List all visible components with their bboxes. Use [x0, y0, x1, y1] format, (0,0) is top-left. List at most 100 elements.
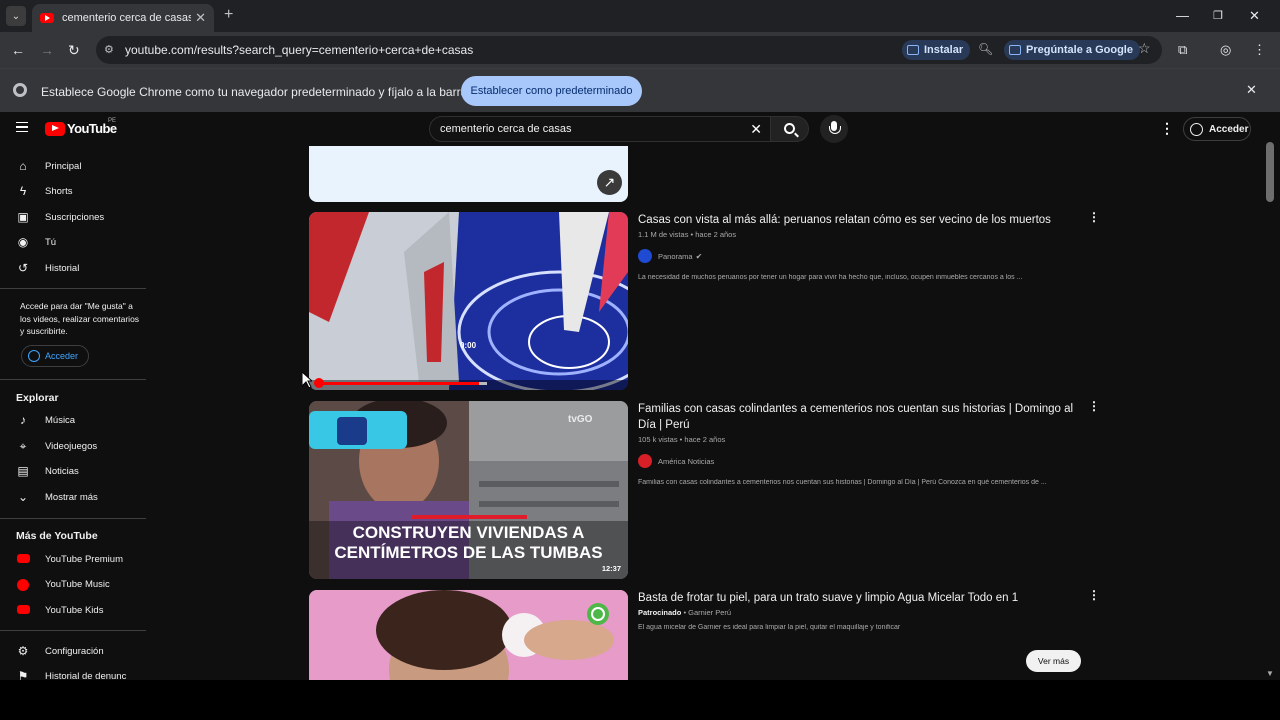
explore-heading: Explorar — [16, 392, 59, 404]
zoom-icon[interactable]: 🔍︎ — [978, 42, 993, 56]
youtube-page: YouTube PE cementerio cerca de casas ✕ ⋮… — [0, 112, 1280, 680]
profile-icon[interactable]: ◎ — [1220, 42, 1231, 58]
youtube-music-icon — [16, 577, 30, 591]
bookmark-star-icon[interactable]: ☆ — [1138, 40, 1151, 57]
sidebar-item-youtube-kids[interactable]: YouTube Kids — [0, 598, 146, 622]
ad-title[interactable]: Basta de frotar tu piel, para un trato s… — [638, 590, 1088, 606]
extensions-icon[interactable]: ⧉ — [1178, 42, 1187, 58]
mouse-cursor — [302, 372, 312, 388]
gear-icon: ⚙ — [17, 644, 29, 658]
reload-icon[interactable]: ↻ — [68, 42, 80, 59]
tab-title: cementerio cerca de casas - You — [62, 12, 192, 24]
chrome-logo-icon — [13, 83, 27, 97]
account-icon — [1190, 122, 1203, 136]
scroll-down-icon[interactable]: ▼ — [1266, 669, 1274, 678]
voice-search-icon[interactable] — [820, 115, 848, 143]
ad-meta: Patrocinado • Garnier Perú — [638, 608, 731, 617]
url-text[interactable]: youtube.com/results?search_query=cemente… — [125, 43, 473, 57]
see-more-button[interactable]: Ver más — [1026, 650, 1081, 672]
search-input[interactable]: cementerio cerca de casas ✕ — [429, 116, 771, 142]
new-tab-icon[interactable]: + — [224, 6, 233, 24]
overlay-line-2: CENTÍMETROS DE LAS TUMBAS — [334, 543, 603, 562]
news-icon: ▤ — [17, 464, 29, 478]
channel-name: Panorama — [658, 251, 693, 261]
sidebar-item-label: Tú — [45, 236, 57, 248]
default-browser-infobar: Establece Google Chrome como tu navegado… — [0, 68, 1280, 112]
ask-google-chip[interactable]: Pregúntale a Google — [1004, 40, 1140, 60]
sidebar-item-label: YouTube Music — [45, 578, 110, 590]
guide-menu-icon[interactable] — [16, 122, 28, 132]
open-external-icon[interactable]: ↗ — [597, 170, 622, 195]
video-duration: 12:37 — [601, 564, 621, 573]
close-infobar-icon[interactable]: ✕ — [1246, 82, 1257, 98]
close-window-icon[interactable]: ✕ — [1249, 8, 1260, 24]
sidebar-item-youtube-premium[interactable]: YouTube Premium — [0, 547, 146, 571]
search-button[interactable] — [771, 116, 809, 142]
previous-result-thumbnail[interactable]: ↗ — [309, 146, 628, 202]
signin-label: Acceder — [1209, 123, 1249, 135]
sidebar-item-report-history[interactable]: ⚑ Historial de denunc — [0, 664, 146, 680]
overlay-line-1: CONSTRUYEN VIVIENDAS A — [352, 523, 585, 542]
sidebar-item-label: Configuración — [45, 645, 104, 657]
video-actions-icon[interactable]: ⋮ — [1088, 210, 1100, 224]
back-icon[interactable]: ← — [11, 42, 25, 58]
minimize-icon[interactable]: — — [1176, 8, 1189, 23]
video-thumbnail[interactable]: 0:00 — [309, 212, 628, 390]
sidebar-item-you[interactable]: ◉ Tú — [0, 230, 146, 254]
sidebar-item-home[interactable]: ⌂ Principal — [0, 154, 146, 178]
signin-button[interactable]: Acceder — [1183, 117, 1251, 141]
sidebar-item-gaming[interactable]: ⌖ Videojuegos — [0, 434, 146, 458]
video-actions-icon[interactable]: ⋮ — [1088, 399, 1100, 413]
shorts-icon: ϟ — [19, 184, 27, 198]
install-icon — [907, 45, 919, 55]
sidebar-item-show-more[interactable]: ⌄ Mostrar más — [0, 485, 146, 509]
video-title[interactable]: Familias con casas colindantes a cemente… — [638, 401, 1088, 433]
scrollbar-thumb[interactable] — [1266, 142, 1274, 202]
chrome-menu-icon[interactable]: ⋮ — [1253, 42, 1266, 58]
active-tab[interactable]: cementerio cerca de casas - You ✕ — [32, 4, 214, 32]
video-meta: 1.1 M de vistas • hace 2 años — [638, 230, 737, 239]
video-thumbnail[interactable]: tvGO CONSTRUYEN VIVIENDAS A CENTÍMETROS … — [309, 401, 628, 579]
gaming-icon: ⌖ — [19, 439, 27, 453]
scrollbar[interactable]: ▼ — [1262, 142, 1280, 680]
forward-icon[interactable]: → — [40, 42, 54, 58]
sidebar-item-history[interactable]: ↺ Historial — [0, 256, 146, 280]
sidebar-signin-button[interactable]: Acceder — [21, 345, 89, 367]
video-title[interactable]: Casas con vista al más allá: peruanos re… — [638, 212, 1088, 228]
advertiser-name[interactable]: Garnier Perú — [688, 608, 731, 617]
google-lens-icon — [1009, 45, 1021, 55]
more-from-youtube-heading: Más de YouTube — [16, 530, 98, 542]
country-code: PE — [108, 118, 117, 124]
site-settings-icon[interactable]: ⚙ — [104, 43, 118, 57]
search-query[interactable]: cementerio cerca de casas — [440, 123, 571, 135]
browser-toolbar: ← → ↻ ⚙ youtube.com/results?search_query… — [0, 32, 1280, 68]
address-bar[interactable]: ⚙ youtube.com/results?search_query=cemen… — [96, 36, 1162, 64]
sidebar-item-subscriptions[interactable]: ▣ Suscripciones — [0, 205, 146, 229]
tab-search-icon[interactable]: ⌄ — [6, 6, 26, 26]
sidebar-item-label: Mostrar más — [45, 491, 98, 503]
youtube-logo[interactable]: YouTube PE — [45, 118, 117, 136]
clear-search-icon[interactable]: ✕ — [750, 121, 762, 138]
thumbnail-art — [309, 212, 628, 390]
install-chip[interactable]: Instalar — [902, 40, 971, 60]
channel-link[interactable]: Panorama ✔ — [638, 249, 702, 263]
divider — [0, 288, 146, 289]
set-default-button[interactable]: Establecer como predeterminado — [461, 76, 642, 106]
close-tab-icon[interactable]: ✕ — [195, 10, 206, 26]
sidebar-item-news[interactable]: ▤ Noticias — [0, 459, 146, 483]
youtube-kids-icon — [16, 603, 30, 617]
sidebar-item-settings[interactable]: ⚙ Configuración — [0, 639, 146, 663]
verified-icon: ✔ — [695, 251, 703, 261]
sidebar-item-youtube-music[interactable]: YouTube Music — [0, 572, 146, 596]
music-icon: ♪ — [20, 413, 26, 427]
account-icon — [28, 350, 40, 362]
youtube-premium-icon — [16, 552, 30, 566]
settings-kebab-icon[interactable]: ⋮ — [1160, 120, 1174, 137]
sidebar-item-shorts[interactable]: ϟ Shorts — [0, 179, 146, 203]
ad-actions-icon[interactable]: ⋮ — [1088, 588, 1100, 602]
channel-link[interactable]: América Noticias — [638, 454, 714, 468]
masthead: YouTube PE cementerio cerca de casas ✕ ⋮… — [0, 112, 1262, 146]
ad-thumbnail[interactable] — [309, 590, 628, 680]
restore-icon[interactable]: ❐ — [1213, 9, 1223, 22]
sidebar-item-music[interactable]: ♪ Música — [0, 408, 146, 432]
